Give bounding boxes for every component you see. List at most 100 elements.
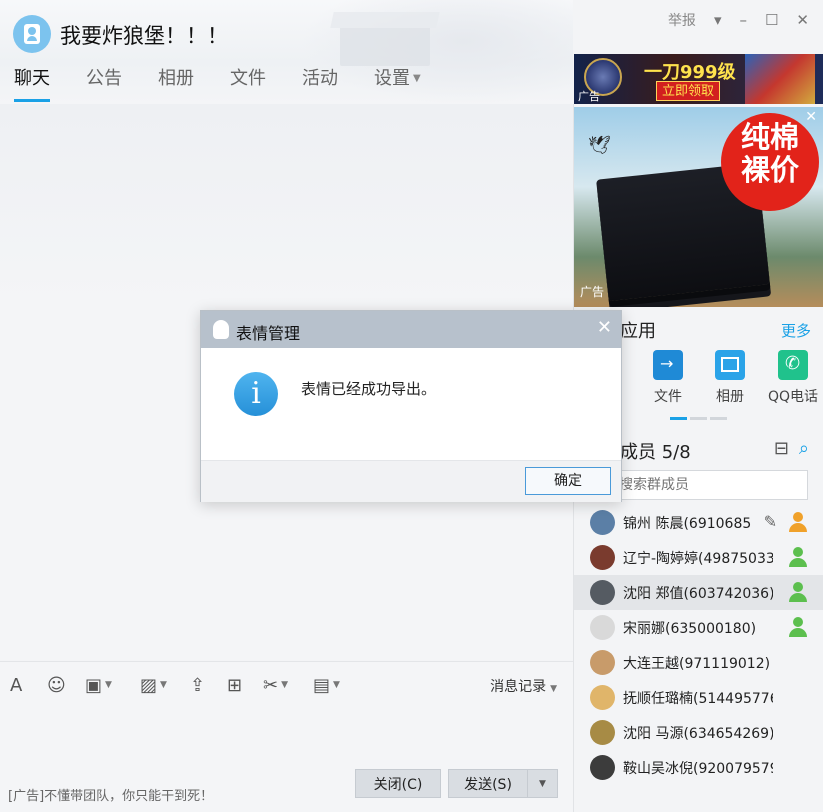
input-ad-text[interactable]: [广告]不懂带团队，你只能干到死！	[8, 785, 213, 804]
member-list: 锦州 陈晨(6910685 ✎ 辽宁-陶婷婷(498750333) 沈阳 郑值(…	[574, 505, 823, 785]
avatar[interactable]	[590, 650, 615, 675]
send-button[interactable]: 发送(S) ▼	[448, 769, 558, 798]
group-tabs: 聊天 公告 相册 文件 活动 设置 ▼	[0, 64, 443, 104]
member-manage-icon[interactable]: ⊟	[774, 438, 789, 459]
member-count: 5/8	[661, 442, 691, 463]
phone-icon	[778, 350, 808, 380]
tab-activity[interactable]: 活动	[288, 64, 352, 104]
tab-files[interactable]: 文件	[216, 64, 280, 104]
person-icon	[787, 616, 809, 638]
app-files[interactable]: 文件	[638, 350, 698, 406]
game-ad-cta[interactable]: 立即领取	[656, 81, 720, 101]
person-icon	[787, 581, 809, 603]
dialog-close-button[interactable]: ✕	[597, 317, 612, 338]
avatar[interactable]	[590, 615, 615, 640]
chevron-down-icon: ▼	[281, 680, 289, 690]
game-ad-tag: 广告	[578, 90, 600, 103]
close-ad-icon[interactable]: ✕	[805, 109, 817, 125]
tab-announcement[interactable]: 公告	[72, 64, 136, 104]
person-icon	[787, 546, 809, 568]
apps-pager[interactable]	[670, 417, 727, 420]
avatar[interactable]	[590, 720, 615, 745]
album-icon	[715, 350, 745, 380]
clothing-ad-banner[interactable]: 🕊 纯棉裸价 广告 ✕	[574, 107, 823, 307]
scissors-icon[interactable]: ✂ ▼	[263, 674, 288, 696]
search-icon[interactable]: ⌕	[799, 438, 809, 459]
window-controls: 举报 ▾ – ☐ ✕	[668, 10, 809, 30]
avatar[interactable]	[590, 755, 615, 780]
tab-album[interactable]: 相册	[144, 64, 208, 104]
group-avatar[interactable]	[13, 15, 51, 53]
game-ad-banner[interactable]: 一刀999级 立即领取 广告	[574, 54, 823, 104]
clothing-ad-headline: 纯棉裸价	[740, 120, 799, 187]
chevron-down-icon: ▼	[333, 680, 340, 690]
upload-icon[interactable]: ⇪	[190, 674, 205, 696]
members-title: 成员 5/8	[620, 442, 691, 463]
gift-icon[interactable]: ⊞	[227, 674, 242, 696]
group-title: 我要炸狼堡！！！	[60, 24, 228, 48]
admin-icon	[787, 546, 809, 568]
pager-dot[interactable]	[670, 417, 687, 420]
ok-button[interactable]: 确定	[525, 467, 611, 495]
close-chat-button[interactable]: 关闭(C)	[355, 769, 441, 798]
tab-settings[interactable]: 设置 ▼	[360, 64, 435, 104]
app-qq-phone[interactable]: QQ电话	[763, 350, 823, 406]
magic-emoji-icon[interactable]: ▣ ▼	[85, 674, 112, 696]
pager-dot[interactable]	[690, 417, 707, 420]
avatar[interactable]	[590, 510, 615, 535]
avatar[interactable]	[590, 545, 615, 570]
send-label: 发送(S)	[464, 776, 512, 793]
members-tools: ⊟ ⌕	[774, 438, 809, 459]
minimize-button[interactable]: –	[739, 11, 747, 29]
image-icon[interactable]: ▨ ▼	[140, 674, 167, 696]
dialog-titlebar[interactable]: 表情管理 ✕	[201, 311, 621, 348]
member-search-input[interactable]	[610, 470, 808, 500]
input-toolbar: A ☺ ▣ ▼ ▨ ▼ ⇪ ⊞ ✂ ▼ ▤ ▼ 消息记录 ▼	[0, 661, 573, 708]
clothing-ad-tag: 广告	[580, 285, 605, 299]
list-item[interactable]: 鞍山吴冰倪(920079579)	[574, 750, 823, 785]
qq-penguin-icon	[213, 320, 229, 339]
chevron-down-icon: ▼	[160, 680, 167, 690]
font-icon[interactable]: A	[10, 674, 22, 696]
game-hero-illustration	[745, 54, 815, 104]
info-icon: i	[234, 372, 278, 416]
close-window-button[interactable]: ✕	[796, 11, 809, 29]
app-album[interactable]: 相册	[700, 350, 760, 406]
list-item[interactable]: 大连王越(971119012)	[574, 645, 823, 680]
report-button[interactable]: 举报	[668, 10, 696, 30]
list-item[interactable]: 沈阳 郑值(603742036)	[574, 575, 823, 610]
tab-chat[interactable]: 聊天	[0, 64, 64, 104]
pager-dot[interactable]	[710, 417, 727, 420]
list-item[interactable]: 抚顺任璐楠(514495776)	[574, 680, 823, 715]
bird-icon: 🕊	[588, 135, 611, 156]
send-options-chevron-icon[interactable]: ▼	[528, 779, 557, 789]
list-item[interactable]: 宋丽娜(635000180)	[574, 610, 823, 645]
edit-icon[interactable]: ✎	[764, 512, 777, 531]
owner-icon	[787, 511, 809, 533]
file-transfer-icon	[653, 350, 683, 380]
apps-more-link[interactable]: 更多	[781, 320, 811, 341]
list-item[interactable]: 锦州 陈晨(6910685 ✎	[574, 505, 823, 540]
window-menu-button[interactable]: ▾	[714, 11, 722, 29]
avatar[interactable]	[590, 580, 615, 605]
dialog-body: i 表情已经成功导出。	[201, 348, 621, 460]
chevron-down-icon: ▼	[105, 680, 112, 690]
more-icon[interactable]: ▤ ▼	[313, 674, 340, 696]
avatar[interactable]	[590, 685, 615, 710]
dialog-footer: 确定	[201, 460, 621, 502]
group-badge-icon	[24, 24, 40, 44]
admin-icon	[787, 616, 809, 638]
emoji-icon[interactable]: ☺	[47, 674, 66, 696]
header-cabin-illustration	[340, 26, 430, 66]
maximize-button[interactable]: ☐	[765, 11, 778, 29]
admin-icon	[787, 581, 809, 603]
apps-title: 应用	[620, 321, 656, 342]
chat-background	[0, 104, 573, 304]
message-history-button[interactable]: 消息记录 ▼	[490, 676, 557, 696]
chevron-down-icon: ▼	[413, 73, 421, 84]
dialog-title: 表情管理	[236, 324, 301, 343]
list-item[interactable]: 沈阳 马源(634654269)	[574, 715, 823, 750]
window-header: 我要炸狼堡！！！ 聊天 公告 相册 文件 活动 设置 ▼	[0, 0, 573, 104]
dialog-message: 表情已经成功导出。	[301, 380, 437, 398]
list-item[interactable]: 辽宁-陶婷婷(498750333)	[574, 540, 823, 575]
